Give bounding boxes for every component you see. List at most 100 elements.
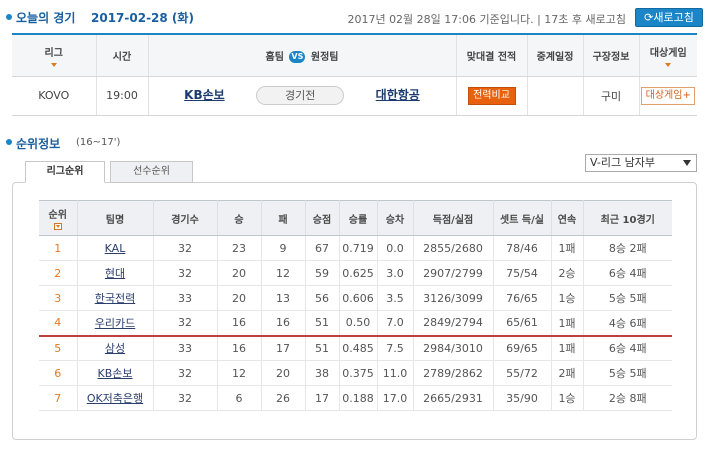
col-target-label: 대상게임 — [649, 47, 687, 59]
table-cell: 38 — [304, 360, 339, 386]
team-link[interactable]: 한국전력 — [95, 292, 135, 305]
sort-icon — [50, 62, 57, 67]
refresh-label: 새로고침 — [653, 11, 694, 24]
table-row: 2 현대 32 20 12 59 0.625 3.0 2907/2799 75/54 2승 6승 4패 — [39, 260, 672, 286]
table-cell: 5승 5패 — [582, 360, 672, 386]
table-cell: 75/54 — [492, 260, 551, 286]
col-target-game[interactable]: 대상게임 — [638, 34, 697, 77]
table-cell: 9 — [260, 235, 305, 261]
table-row: 3 한국전력 33 20 13 56 0.606 3.5 3126/3099 76/65 1승 5승 … — [39, 285, 672, 311]
col-stadium-label: 구장정보 — [592, 51, 630, 63]
col-sets: 셋트 득/실 — [492, 200, 551, 236]
table-cell: 16 — [216, 310, 261, 337]
table-cell: 7.0 — [376, 310, 413, 337]
table-cell: 32 — [152, 260, 217, 286]
table-cell: 1 — [39, 235, 77, 261]
tab-player-rank[interactable]: 선수순위 — [110, 161, 193, 183]
col-label: 최근 10경기 — [600, 214, 655, 226]
col-rank[interactable]: 순위 — [39, 200, 77, 236]
col-home-label: 홈팀 — [265, 51, 284, 63]
team-link[interactable]: 우리카드 — [95, 317, 135, 330]
col-points: 승점 — [304, 200, 339, 236]
ranking-panel: 순위 팀명 경기수 승 패 승점 승률 승차 득점/실점 셋트 득/실 연속 최… — [12, 182, 697, 440]
table-row: 6 KB손보 32 12 20 38 0.375 11.0 2789/2862 55/72 2패 5승… — [39, 360, 672, 386]
target-game-button[interactable]: 대상게임+ — [641, 86, 696, 105]
col-games-behind: 승차 — [376, 200, 413, 236]
table-cell: 32 — [152, 385, 217, 411]
away-team-link[interactable]: 대한항공 — [376, 88, 420, 102]
team-link[interactable]: 삼성 — [105, 342, 125, 355]
col-time: 시간 — [95, 34, 148, 77]
col-league[interactable]: 리그 — [12, 34, 96, 77]
team-link[interactable]: 현대 — [105, 267, 125, 280]
table-cell: 3126/3099 — [412, 285, 493, 311]
col-away-label: 원정팀 — [310, 51, 339, 63]
col-last-10: 최근 10경기 — [582, 200, 672, 236]
table-cell: 2849/2794 — [412, 310, 493, 337]
tab-league-rank[interactable]: 리그순위 — [25, 161, 105, 183]
bullet-icon — [6, 14, 12, 20]
table-cell: 78/46 — [492, 235, 551, 261]
table-cell: 2907/2799 — [412, 260, 493, 286]
game-league: KOVO — [12, 76, 96, 116]
today-title: 오늘의 경기 — [16, 11, 76, 25]
table-cell: 0.0 — [376, 235, 413, 261]
col-label: 경기수 — [171, 214, 199, 226]
table-cell-team: 현대 — [76, 260, 153, 286]
refresh-button[interactable]: ⟳새로고침 — [635, 8, 703, 27]
table-cell: 13 — [260, 285, 305, 311]
table-cell: 2 — [39, 260, 77, 286]
table-row: 5 삼성 33 16 17 51 0.485 7.5 2984/3010 69/65 1패 6승 4패 — [39, 335, 672, 361]
table-cell: 59 — [304, 260, 339, 286]
table-cell: 7 — [39, 385, 77, 411]
table-cell: 11.0 — [376, 360, 413, 386]
game-h2h-cell: 전력비교 — [455, 76, 527, 116]
sort-icon — [53, 223, 62, 230]
table-cell-team: KAL — [76, 235, 153, 261]
col-label: 승점 — [312, 214, 332, 226]
refresh-icon: ⟳ — [644, 11, 654, 24]
league-select[interactable]: V-리그 남자부 — [585, 154, 697, 172]
table-cell: 17 — [260, 335, 305, 361]
col-label: 승 — [234, 214, 244, 226]
ranking-table: 순위 팀명 경기수 승 패 승점 승률 승차 득점/실점 셋트 득/실 연속 최… — [39, 200, 672, 411]
col-label: 승차 — [385, 214, 405, 226]
game-time: 19:00 — [95, 76, 148, 116]
table-cell: 2패 — [550, 360, 583, 386]
table-cell: 17 — [304, 385, 339, 411]
team-link[interactable]: OK저축은행 — [87, 392, 143, 405]
col-head-to-head: 맞대결 전적 — [455, 34, 527, 77]
today-date: 2017-02-28 (화) — [91, 11, 194, 25]
table-cell: 5 — [39, 335, 77, 361]
table-cell: 4 — [39, 310, 77, 337]
col-broadcast: 중계일정 — [526, 34, 583, 77]
table-cell: 17.0 — [376, 385, 413, 411]
table-cell: 69/65 — [492, 335, 551, 361]
table-cell: 1승 — [550, 285, 583, 311]
col-win-rate: 승률 — [338, 200, 377, 236]
col-label: 승률 — [348, 214, 368, 226]
table-cell: 20 — [216, 260, 261, 286]
compare-button[interactable]: 전력비교 — [467, 86, 516, 105]
table-cell: 51 — [304, 310, 339, 337]
col-label: 연속 — [557, 214, 577, 226]
table-cell: 7.5 — [376, 335, 413, 361]
team-link[interactable]: KAL — [105, 242, 126, 255]
table-cell: 1패 — [550, 235, 583, 261]
col-team: 팀명 — [76, 200, 153, 236]
table-cell: 2984/3010 — [412, 335, 493, 361]
table-cell: 1승 — [550, 385, 583, 411]
col-label: 셋트 득/실 — [500, 214, 544, 226]
team-link[interactable]: KB손보 — [98, 367, 133, 380]
col-streak: 연속 — [550, 200, 583, 236]
table-cell: 55/72 — [492, 360, 551, 386]
col-scored-allowed: 득점/실점 — [412, 200, 493, 236]
table-row: 4 우리카드 32 16 16 51 0.50 7.0 2849/2794 65/61 1패 4승 6… — [39, 310, 672, 337]
table-cell: 6 — [39, 360, 77, 386]
col-losses: 패 — [260, 200, 305, 236]
game-target-cell: 대상게임+ — [638, 76, 697, 116]
table-cell-team: 삼성 — [76, 335, 153, 361]
table-cell: 26 — [260, 385, 305, 411]
home-team-link[interactable]: KB손보 — [184, 88, 225, 102]
col-h2h-label: 맞대결 전적 — [466, 51, 517, 63]
